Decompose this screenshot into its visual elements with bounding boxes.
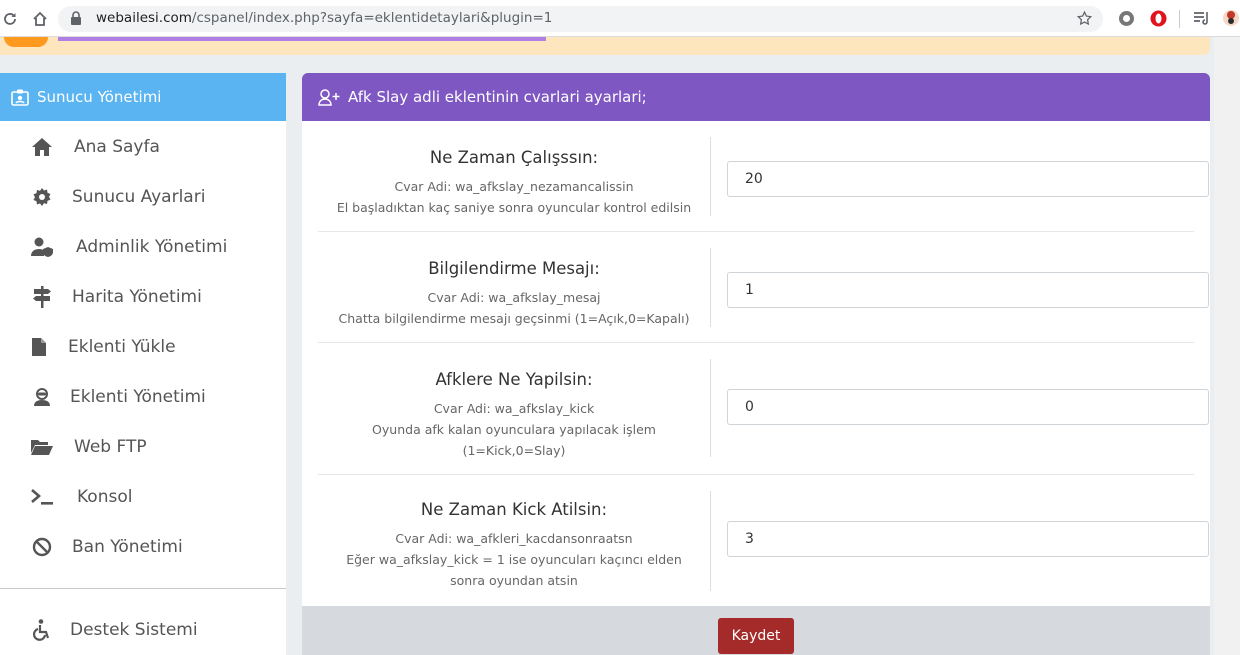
setting-input-kick[interactable] xyxy=(727,389,1209,425)
sidebar-item-label: Adminlik Yönetimi xyxy=(76,237,228,257)
sidebar-item-destek-sistemi[interactable]: Destek Sistemi xyxy=(0,605,286,655)
row-divider xyxy=(710,137,711,216)
setting-help: (1=Kick,0=Slay) xyxy=(462,443,566,458)
setting-help: El başladıktan kaç saniye sonra oyuncula… xyxy=(336,200,692,215)
sidebar-item-label: Ana Sayfa xyxy=(74,137,160,157)
sidebar-item-ana-sayfa[interactable]: Ana Sayfa xyxy=(0,122,286,172)
setting-title: Ne Zaman Kick Atilsin: xyxy=(420,500,608,519)
setting-row: Bilgilendirme Mesajı: Cvar Adi: wa_afksl… xyxy=(318,248,1209,338)
toolbar-separator xyxy=(1179,10,1180,28)
notice-badge xyxy=(4,37,48,47)
setting-input-mesaj[interactable] xyxy=(727,272,1209,308)
row-divider xyxy=(710,359,711,457)
file-icon xyxy=(27,335,51,359)
home-icon xyxy=(30,135,54,159)
setting-cvar: Cvar Adi: wa_afkslay_nezamancalissin xyxy=(394,179,634,194)
row-separator xyxy=(318,474,1194,475)
gear-icon xyxy=(30,185,54,209)
sidebar-item-web-ftp[interactable]: Web FTP xyxy=(0,422,286,472)
sidebar-divider xyxy=(0,588,286,589)
setting-help: Eğer wa_afkslay_kick = 1 ise oyuncuları … xyxy=(346,552,682,567)
scrollbar[interactable] xyxy=(1214,37,1240,655)
setting-cvar: Cvar Adi: wa_afkslay_kick xyxy=(433,401,595,416)
setting-input-kacdansonraatsn[interactable] xyxy=(727,521,1209,557)
setting-help: sonra oyundan atsin xyxy=(450,573,578,588)
setting-description: Ne Zaman Kick Atilsin: Cvar Adi: wa_afkl… xyxy=(318,500,710,591)
profile-icon[interactable] xyxy=(1222,9,1240,27)
extension-icon[interactable] xyxy=(1117,9,1135,27)
signpost-icon xyxy=(30,285,54,309)
setting-help: Oyunda afk kalan oyunculara yapılacak iş… xyxy=(372,422,656,437)
setting-cvar: Cvar Adi: wa_afkleri_kacdansonraatsn xyxy=(395,531,633,546)
setting-input-nezamancalissin[interactable] xyxy=(727,161,1209,197)
sidebar-item-harita-yonetimi[interactable]: Harita Yönetimi xyxy=(0,272,286,322)
user-plus-icon xyxy=(318,88,340,106)
panel-footer: Kaydet xyxy=(302,606,1210,655)
setting-row: Ne Zaman Çalışssın: Cvar Adi: wa_afkslay… xyxy=(318,137,1209,227)
sidebar-item-label: Web FTP xyxy=(74,437,147,457)
panel-header: Afk Slay adli eklentinin cvarlari ayarla… xyxy=(302,73,1210,121)
sidebar-item-label: Ban Yönetimi xyxy=(72,537,183,557)
row-divider xyxy=(710,248,711,327)
sidebar-header-label: Sunucu Yönetimi xyxy=(37,88,162,106)
notice-progress xyxy=(58,37,546,41)
setting-help: Chatta bilgilendirme mesajı geçsinmi (1=… xyxy=(338,311,690,326)
sidebar-item-eklenti-yukle[interactable]: Eklenti Yükle xyxy=(0,322,286,372)
user-secret-icon xyxy=(30,385,54,409)
sidebar-item-konsol[interactable]: Konsol xyxy=(0,472,286,522)
row-divider xyxy=(710,491,711,591)
sidebar-item-label: Sunucu Ayarlari xyxy=(72,187,206,207)
sidebar: Sunucu Yönetimi Ana Sayfa Sunucu Ayarlar… xyxy=(0,73,286,655)
home-icon[interactable] xyxy=(30,9,50,29)
setting-description: Afklere Ne Yapilsin: Cvar Adi: wa_afksla… xyxy=(318,370,710,461)
setting-description: Ne Zaman Çalışssın: Cvar Adi: wa_afkslay… xyxy=(318,148,710,218)
row-separator xyxy=(318,231,1194,232)
browser-toolbar: webailesi.com/cspanel/index.php?sayfa=ek… xyxy=(0,0,1240,37)
reload-icon[interactable] xyxy=(0,9,20,29)
setting-cvar: Cvar Adi: wa_afkslay_mesaj xyxy=(427,290,601,305)
lock-icon[interactable] xyxy=(70,11,82,30)
user-shield-icon xyxy=(30,235,54,259)
url-text[interactable]: webailesi.com/cspanel/index.php?sayfa=ek… xyxy=(96,10,552,26)
setting-row: Ne Zaman Kick Atilsin: Cvar Adi: wa_afkl… xyxy=(318,491,1209,591)
panel-title: Afk Slay adli eklentinin cvarlari ayarla… xyxy=(348,88,647,106)
sidebar-item-label: Eklenti Yükle xyxy=(68,337,176,357)
sidebar-item-label: Eklenti Yönetimi xyxy=(70,387,206,407)
save-button[interactable]: Kaydet xyxy=(718,618,794,654)
terminal-icon xyxy=(30,485,54,509)
sidebar-item-adminlik-yonetimi[interactable]: Adminlik Yönetimi xyxy=(0,222,286,272)
setting-row: Afklere Ne Yapilsin: Cvar Adi: wa_afksla… xyxy=(318,359,1209,461)
notice-bar xyxy=(0,37,1210,55)
reading-list-icon[interactable] xyxy=(1192,9,1210,27)
setting-title: Bilgilendirme Mesajı: xyxy=(428,259,600,278)
sidebar-item-label: Destek Sistemi xyxy=(70,620,198,640)
sidebar-item-label: Harita Yönetimi xyxy=(72,287,202,307)
setting-title: Afklere Ne Yapilsin: xyxy=(435,370,593,389)
setting-description: Bilgilendirme Mesajı: Cvar Adi: wa_afksl… xyxy=(318,259,710,329)
sidebar-item-eklenti-yonetimi[interactable]: Eklenti Yönetimi xyxy=(0,372,286,422)
settings-panel: Afk Slay adli eklentinin cvarlari ayarla… xyxy=(302,73,1210,655)
address-bar[interactable]: webailesi.com/cspanel/index.php?sayfa=ek… xyxy=(58,6,1103,32)
row-separator xyxy=(318,342,1194,343)
opera-icon[interactable] xyxy=(1149,9,1167,27)
sidebar-item-sunucu-ayarlari[interactable]: Sunucu Ayarlari xyxy=(0,172,286,222)
folder-open-icon xyxy=(30,435,54,459)
bookmark-star-icon[interactable] xyxy=(1076,10,1093,31)
wheelchair-icon xyxy=(30,618,54,642)
setting-title: Ne Zaman Çalışssın: xyxy=(429,148,599,167)
sidebar-item-label: Konsol xyxy=(77,487,133,507)
id-badge-icon xyxy=(11,89,29,106)
sidebar-item-ban-yonetimi[interactable]: Ban Yönetimi xyxy=(0,522,286,572)
ban-icon xyxy=(30,535,54,559)
sidebar-header: Sunucu Yönetimi xyxy=(0,73,286,121)
